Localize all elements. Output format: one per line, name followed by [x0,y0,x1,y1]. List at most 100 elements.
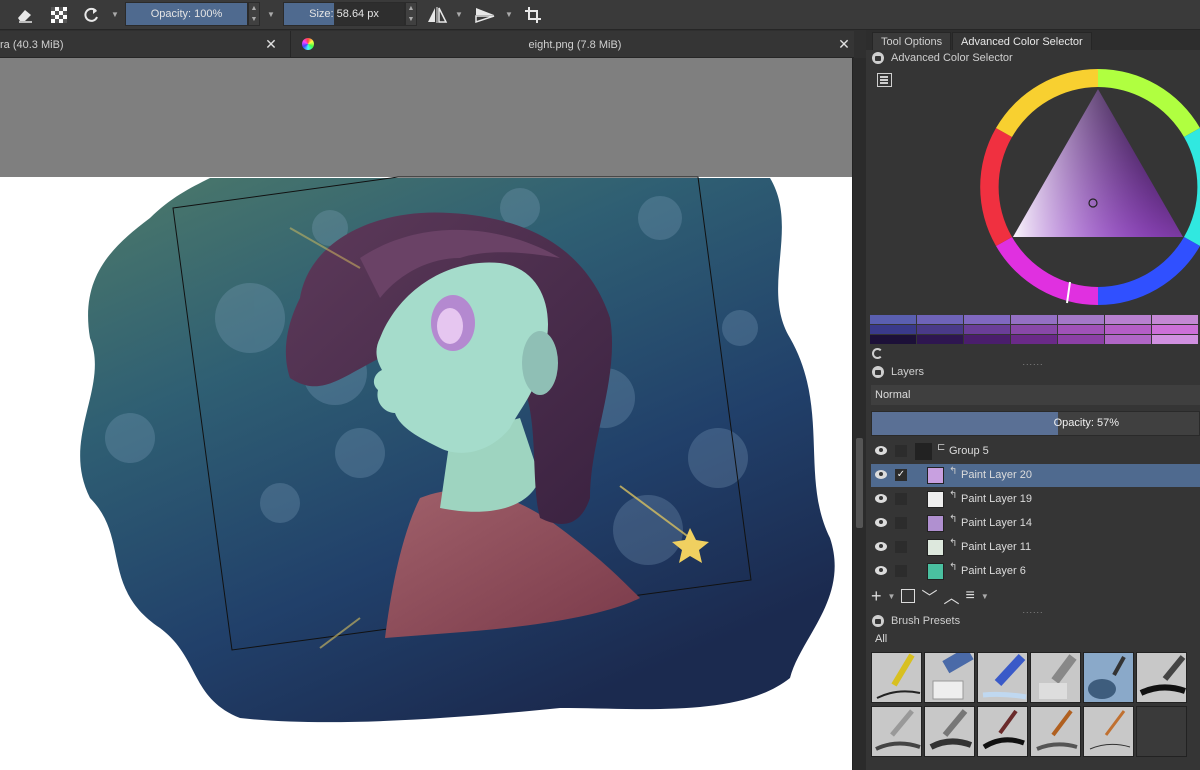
add-layer-icon[interactable]: + [871,586,882,607]
layer-thumbnail [927,563,944,580]
blend-mode-value: Normal [875,389,911,401]
layer-row[interactable]: ⊏ Group 5 [871,440,1200,463]
size-slider-label: Size: 58.64 px [309,8,379,20]
alpha-lock-icon[interactable] [48,4,70,26]
clip-icon: ↰ [949,490,958,501]
eye-icon[interactable] [875,518,887,527]
brush-preset-round-brush[interactable] [1030,706,1081,757]
layer-name: Paint Layer 6 [961,565,1026,577]
layer-opacity-fill [872,412,1059,435]
brush-preset-pencil[interactable] [871,706,922,757]
close-tab-1-icon[interactable]: ✕ [263,36,279,52]
right-dock: Tool Options Advanced Color Selector Adv… [866,30,1200,770]
layer-row[interactable]: ↰ Paint Layer 11 [871,536,1200,559]
mirror-vertical-dropdown-icon[interactable]: ▼ [504,8,514,22]
layer-row[interactable]: ✓ ↰ Paint Layer 20 [871,464,1200,487]
layer-checkbox[interactable] [895,565,907,577]
layers-lock-icon[interactable] [872,366,884,378]
brush-preset-ink-pen[interactable] [871,652,922,703]
layer-name: Paint Layer 14 [961,517,1032,529]
brush-presets-lock-icon[interactable] [872,615,884,627]
layer-name: Paint Layer 19 [961,493,1032,505]
mirror-horizontal-icon[interactable] [426,4,448,26]
layer-properties-icon[interactable]: ≡ [965,587,974,605]
eye-icon[interactable] [875,494,887,503]
brush-preset-grid [871,652,1200,770]
canvas-vertical-scrollbar[interactable] [852,58,866,770]
settings-list-icon[interactable] [877,73,892,87]
tab-tool-options[interactable]: Tool Options [872,32,952,50]
layer-checkbox[interactable]: ✓ [895,469,907,481]
blend-mode-select[interactable]: Normal [871,385,1200,405]
swatch-row-2[interactable] [870,325,1198,334]
opacity-spinner[interactable]: ▲ ▼ [248,2,260,26]
color-wheel[interactable] [976,65,1200,315]
opacity-dropdown-icon[interactable]: ▼ [266,8,276,22]
crop-icon[interactable] [522,4,544,26]
eye-icon[interactable] [875,470,887,479]
layers-header: Layers [866,363,1200,381]
eye-icon[interactable] [875,542,887,551]
mirror-vertical-icon[interactable] [474,4,496,26]
layer-checkbox[interactable] [895,445,907,457]
brush-preset-charcoal[interactable] [924,706,975,757]
artwork [80,176,835,723]
brush-preset-ink-brush[interactable] [977,706,1028,757]
eraser-icon[interactable] [14,4,36,26]
document-tab-2[interactable]: eight.png (7.8 MiB) [320,31,830,58]
mirror-horizontal-dropdown-icon[interactable]: ▼ [454,8,464,22]
layer-name: Group 5 [949,445,989,457]
layer-checkbox[interactable] [895,541,907,553]
layer-checkbox[interactable] [895,517,907,529]
layer-thumbnail [927,467,944,484]
layer-properties-dropdown-icon[interactable]: ▼ [981,592,989,601]
brush-preset-fine-liner[interactable] [1083,706,1134,757]
layer-toolbar: + ▼ ﹀ ︿ ≡ ▼ [871,585,989,608]
layer-row[interactable]: ↰ Paint Layer 6 [871,560,1200,583]
layers-title: Layers [891,366,925,378]
duplicate-layer-icon[interactable] [901,589,916,603]
opacity-slider-label: Opacity: 100% [150,8,223,20]
brush-preset-black-marker[interactable] [1136,652,1187,703]
layer-opacity-label: Opacity: 57% [1053,417,1119,429]
tab-advanced-color-selector[interactable]: Advanced Color Selector [952,32,1092,50]
brush-preset-empty[interactable] [1136,706,1187,757]
dock-tab-bar: Tool Options Advanced Color Selector [866,30,1200,50]
layer-row[interactable]: ↰ Paint Layer 14 [871,512,1200,535]
layer-row[interactable]: ↰ Paint Layer 19 [871,488,1200,511]
brush-presets-title: Brush Presets [891,615,961,627]
document-tab-2-label: eight.png (7.8 MiB) [528,38,622,51]
brush-preset-blue-marker[interactable] [977,652,1028,703]
swatch-row-3[interactable] [870,335,1198,344]
color-selector-title: Advanced Color Selector [891,52,1013,64]
document-tab-1-label: ra (40.3 MiB) [0,38,64,51]
reload-icon[interactable] [80,4,102,26]
eye-icon[interactable] [875,566,887,575]
group-icon: ⊏ [937,442,946,453]
layer-checkbox[interactable] [895,493,907,505]
document-thumbnail-icon [302,38,314,50]
layer-name: Paint Layer 11 [961,541,1032,553]
close-tab-2-icon[interactable]: ✕ [836,36,852,52]
brush-preset-eraser[interactable] [924,652,975,703]
swatch-row-1[interactable] [870,315,1198,324]
tab-divider [290,31,291,58]
size-spinner[interactable]: ▲ ▼ [405,2,417,26]
brush-preset-soft-blender[interactable] [1030,652,1081,703]
reload-dropdown-icon[interactable]: ▼ [110,8,120,22]
canvas-area[interactable] [0,58,852,770]
brush-presets-header: Brush Presets [866,612,1200,630]
layer-opacity-slider[interactable]: Opacity: 57% [871,411,1200,436]
document-tabs: ra (40.3 MiB) ✕ eight.png (7.8 MiB) ✕ [0,31,854,58]
clip-icon: ↰ [949,538,958,549]
lock-icon[interactable] [872,52,884,64]
add-layer-dropdown-icon[interactable]: ▼ [888,592,896,601]
layer-thumbnail [915,443,932,460]
size-slider[interactable]: Size: 58.64 px [283,2,405,26]
eye-icon[interactable] [875,446,887,455]
document-tab-1[interactable]: ra (40.3 MiB) [0,31,290,58]
brush-filter[interactable]: All [875,633,887,645]
layer-thumbnail [927,539,944,556]
opacity-slider[interactable]: Opacity: 100% [125,2,248,26]
brush-preset-airbrush[interactable] [1083,652,1134,703]
